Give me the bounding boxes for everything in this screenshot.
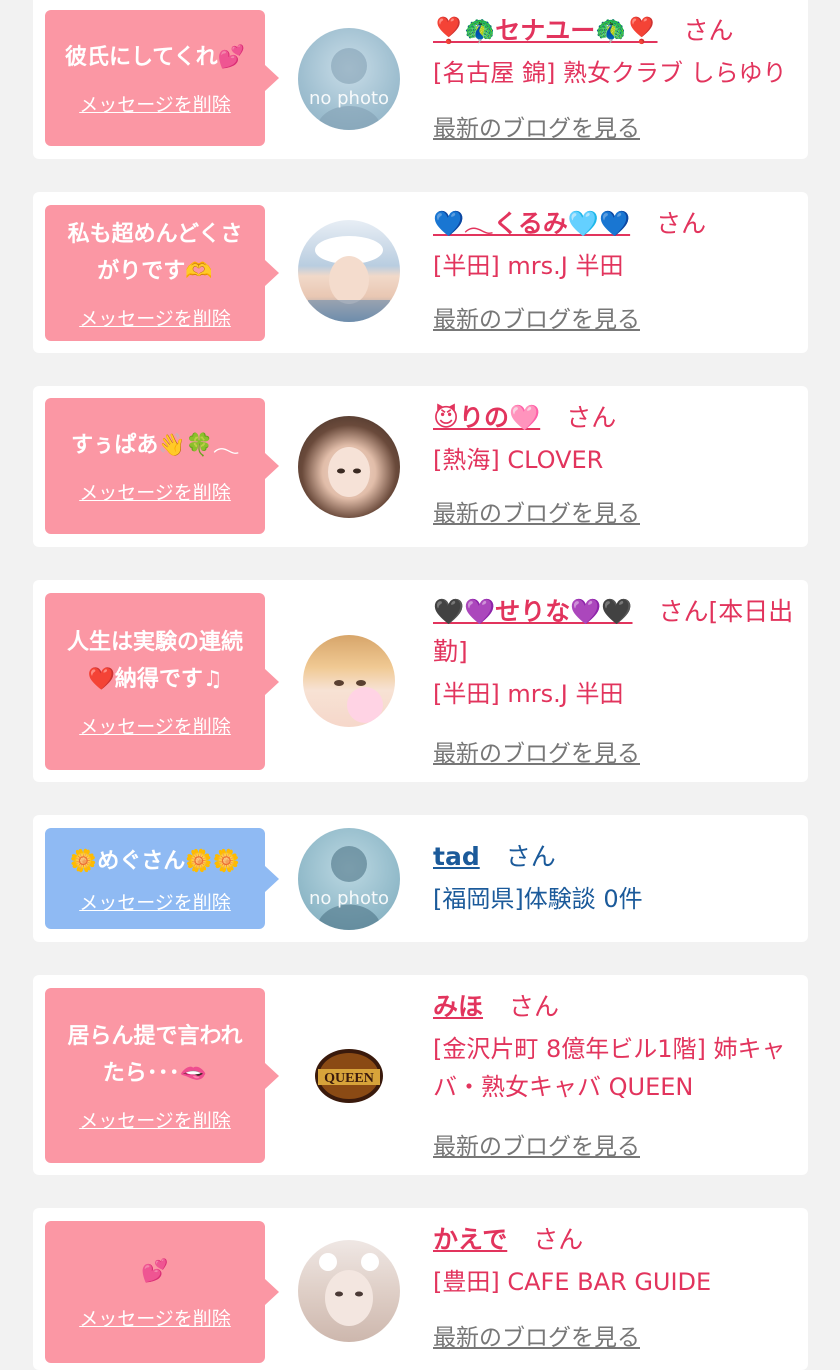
message-text: 💕 (141, 1259, 169, 1284)
profile-info: 😈りの🩷 さん [熱海] CLOVER 最新のブログを見る (433, 398, 796, 527)
profile-info: かえで さん [豊田] CAFE BAR GUIDE 最新のブログを見る (433, 1220, 796, 1351)
latest-blog-link[interactable]: 最新のブログを見る (433, 734, 640, 768)
name-line: ❣️🦚セナユー🦚❣️ さん (433, 11, 796, 51)
user-name-link[interactable]: ❣️🦚セナユー🦚❣️ (433, 16, 658, 45)
profile-info: 💙𓂃くるみ🩵💙 さん [半田] mrs.J 半田 最新のブログを見る (433, 204, 796, 333)
avatar[interactable] (303, 635, 395, 727)
delete-message-link[interactable]: メッセージを削除 (79, 1304, 231, 1331)
delete-message-link[interactable]: メッセージを削除 (79, 304, 231, 331)
avatar[interactable]: no photo (298, 828, 400, 930)
no-photo-label: no photo (308, 88, 390, 109)
user-name-link[interactable]: 💙𓂃くるみ🩵💙 (433, 209, 630, 238)
honorific: さん (533, 1225, 584, 1254)
latest-blog-link[interactable]: 最新のブログを見る (433, 300, 640, 334)
message-bubble: 人生は実験の連続❤️納得です♫ メッセージを削除 (45, 593, 279, 770)
message-card: 💕 メッセージを削除 かえで さん [豊田] CAFE BAR GUIDE 最新の… (33, 1208, 808, 1370)
user-name-link[interactable]: 😈りの🩷 (433, 403, 540, 432)
user-name-link[interactable]: みほ (433, 992, 483, 1021)
shop-name[interactable]: [豊田] CAFE BAR GUIDE (433, 1263, 796, 1301)
delete-message-link[interactable]: メッセージを削除 (79, 478, 231, 505)
shop-logo-text: QUEEN (324, 1071, 374, 1086)
message-bubble: 居らん提で言われたら･･･🫦 メッセージを削除 (45, 988, 279, 1163)
user-name-link[interactable]: 🖤💜せりな💜🖤 (433, 597, 633, 626)
person-silhouette-icon (316, 48, 382, 130)
message-card: 人生は実験の連続❤️納得です♫ メッセージを削除 🖤💜せりな💜🖤 さん[本日出勤]… (33, 580, 808, 782)
message-text: 🌼めぐさん🌼🌼 (69, 848, 241, 874)
honorific: さん (566, 403, 617, 432)
profile-photo (308, 236, 390, 322)
message-text: すぅぱあ👋🍀𓂃 (71, 433, 239, 458)
message-card: 私も超めんどくさがりです🫶 メッセージを削除 💙𓂃くるみ🩵💙 さん [半田] mr… (33, 192, 808, 353)
shop-name[interactable]: [金沢片町 8億年ビル1階] 姉キャバ・熟女キャバ QUEEN (433, 1030, 796, 1106)
latest-blog-link[interactable]: 最新のブログを見る (433, 109, 640, 143)
profile-info: ❣️🦚セナユー🦚❣️ さん [名古屋 錦] 熟女クラブ しらゆり 最新のブログを見… (433, 11, 796, 142)
latest-blog-link[interactable]: 最新のブログを見る (433, 1127, 640, 1161)
message-text: 人生は実験の連続❤️納得です♫ (66, 630, 243, 692)
shop-name[interactable]: [半田] mrs.J 半田 (433, 675, 796, 713)
user-name-link[interactable]: tad (433, 842, 480, 871)
latest-blog-link[interactable]: 最新のブログを見る (433, 494, 640, 528)
name-line: 😈りの🩷 さん (433, 398, 796, 438)
profile-info: tad さん [福岡県]体験談 0件 (433, 837, 796, 918)
message-card: すぅぱあ👋🍀𓂃 メッセージを削除 😈りの🩷 さん [熱海] CLOVER 最新のブ… (33, 386, 808, 547)
delete-message-link[interactable]: メッセージを削除 (79, 1106, 231, 1133)
name-line: 💙𓂃くるみ🩵💙 さん (433, 204, 796, 244)
message-card: 居らん提で言われたら･･･🫦 メッセージを削除 QUEEN みほ さん [金沢片町… (33, 975, 808, 1175)
shop-name[interactable]: [名古屋 錦] 熟女クラブ しらゆり (433, 54, 796, 92)
honorific: さん (658, 597, 709, 626)
user-name-link[interactable]: かえで (433, 1225, 507, 1254)
honorific: さん (509, 992, 560, 1021)
shop-name[interactable]: [熱海] CLOVER (433, 441, 796, 479)
avatar[interactable] (298, 416, 400, 518)
profile-info: 🖤💜せりな💜🖤 さん[本日出勤] [半田] mrs.J 半田 最新のブログを見る (433, 592, 796, 767)
no-photo-label: no photo (308, 888, 390, 909)
name-line: tad さん (433, 837, 796, 877)
shop-logo[interactable]: QUEEN (298, 1025, 400, 1127)
avatar[interactable] (298, 220, 400, 322)
shop-name[interactable]: [福岡県]体験談 0件 (433, 880, 796, 918)
message-bubble: 彼氏にしてくれ💕 メッセージを削除 (45, 10, 279, 146)
delete-message-link[interactable]: メッセージを削除 (79, 888, 231, 915)
message-bubble: すぅぱあ👋🍀𓂃 メッセージを削除 (45, 398, 279, 534)
name-line: かえで さん (433, 1220, 796, 1260)
name-line: みほ さん (433, 987, 796, 1027)
honorific: さん (683, 16, 734, 45)
delete-message-link[interactable]: メッセージを削除 (79, 90, 231, 117)
message-bubble: 🌼めぐさん🌼🌼 メッセージを削除 (45, 828, 279, 929)
message-card: 🌼めぐさん🌼🌼 メッセージを削除 no photo tad さん [福岡県]体験談… (33, 815, 808, 942)
message-text: 居らん提で言われたら･･･🫦 (67, 1024, 243, 1086)
delete-message-link[interactable]: メッセージを削除 (79, 712, 231, 739)
message-text: 彼氏にしてくれ💕 (64, 45, 246, 70)
honorific: さん (505, 842, 556, 871)
name-line: 🖤💜せりな💜🖤 さん[本日出勤] (433, 592, 796, 672)
message-bubble: 私も超めんどくさがりです🫶 メッセージを削除 (45, 205, 279, 341)
honorific: さん (656, 209, 707, 238)
profile-photo (334, 680, 383, 723)
person-silhouette-icon (316, 846, 382, 930)
message-card: 彼氏にしてくれ💕 メッセージを削除 no photo ❣️🦚セナユー🦚❣️ さん … (33, 0, 808, 159)
shop-name[interactable]: [半田] mrs.J 半田 (433, 247, 796, 285)
avatar[interactable]: no photo (298, 28, 400, 130)
avatar[interactable] (298, 1240, 400, 1342)
message-text: 私も超めんどくさがりです🫶 (67, 221, 243, 284)
message-bubble: 💕 メッセージを削除 (45, 1221, 279, 1363)
profile-info: みほ さん [金沢片町 8億年ビル1階] 姉キャバ・熟女キャバ QUEEN 最新の… (433, 987, 796, 1160)
crown-logo-icon: QUEEN (315, 1049, 383, 1103)
latest-blog-link[interactable]: 最新のブログを見る (433, 1318, 640, 1352)
profile-photo (319, 1253, 379, 1326)
profile-photo (328, 447, 370, 497)
